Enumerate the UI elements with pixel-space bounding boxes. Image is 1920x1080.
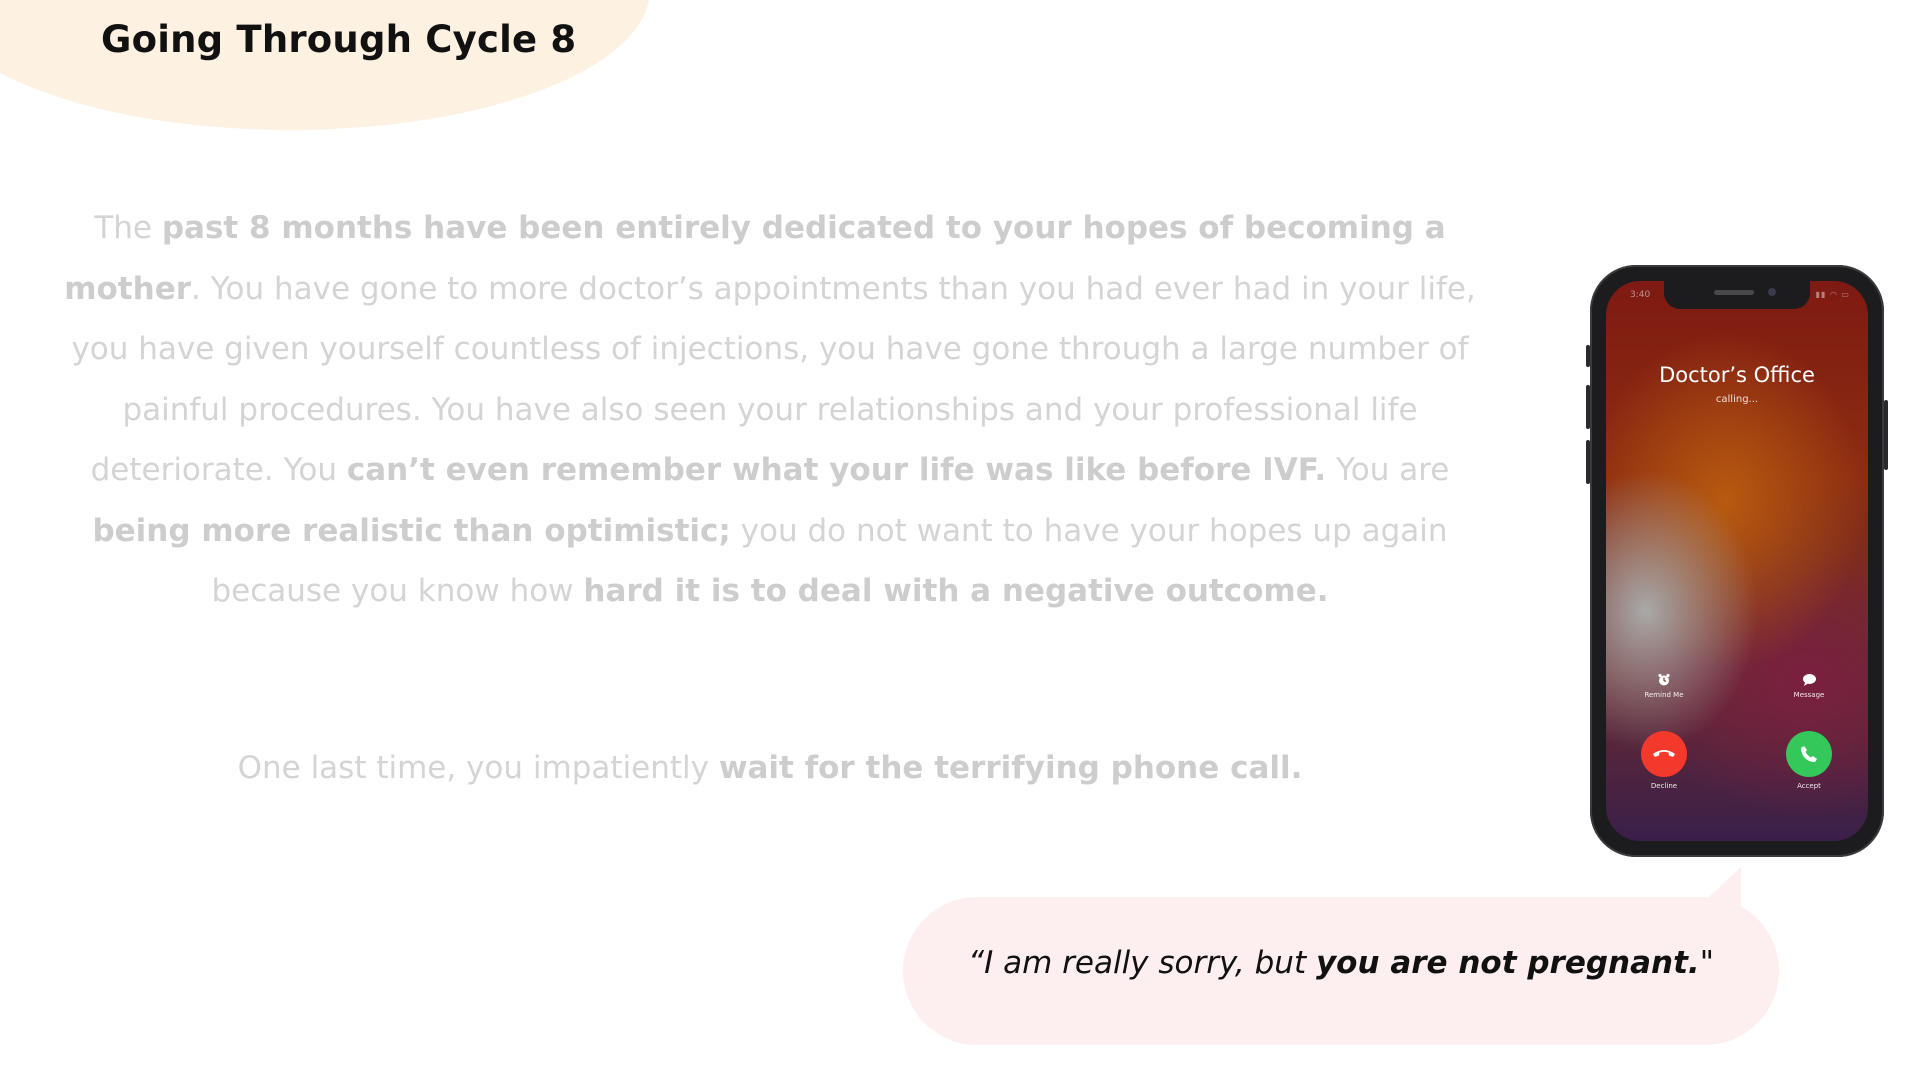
- front-camera: [1768, 288, 1776, 296]
- wait-text: One last time, you impatiently: [237, 750, 719, 786]
- decline-circle: [1641, 731, 1687, 777]
- phone-mockup: 3:40 ▮▮ ◠ ▭ Doctor’s Office calling... R…: [1586, 265, 1888, 857]
- remind-me-button[interactable]: Remind Me: [1629, 673, 1699, 699]
- accept-label: Accept: [1797, 782, 1821, 790]
- quote-open: “I am really sorry, but: [968, 945, 1316, 981]
- slide-title: Going Through Cycle 8: [101, 18, 577, 61]
- phone-silent-switch: [1586, 345, 1590, 367]
- story-emphasis-3: being more realistic than optimistic;: [92, 512, 731, 549]
- alarm-clock-icon: [1629, 673, 1699, 689]
- wait-paragraph: One last time, you impatiently wait for …: [55, 738, 1485, 798]
- phone-icon: [1801, 746, 1817, 762]
- phone-volume-down-button: [1586, 440, 1590, 484]
- story-text-3: You are: [1326, 452, 1450, 488]
- incoming-call-screen: 3:40 ▮▮ ◠ ▭ Doctor’s Office calling... R…: [1606, 281, 1868, 841]
- story-emphasis-2: can’t even remember what your life was l…: [346, 452, 1327, 488]
- speech-bubble-icon: [1774, 673, 1844, 689]
- caller-name: Doctor’s Office: [1659, 363, 1815, 387]
- status-icons: ▮▮ ◠ ▭: [1815, 290, 1850, 299]
- wait-emphasis: wait for the terrifying phone call.: [718, 750, 1303, 786]
- phone-notch: [1664, 281, 1810, 309]
- phone-power-button: [1884, 400, 1888, 470]
- earpiece-speaker: [1714, 290, 1754, 295]
- call-status: calling...: [1715, 394, 1759, 405]
- slide: Going Through Cycle 8 The past 8 months …: [0, 0, 1920, 1080]
- story-paragraph: The past 8 months have been entirely ded…: [55, 198, 1485, 622]
- message-button[interactable]: Message: [1774, 673, 1844, 699]
- quote-emphasis: you are not pregnant.: [1315, 945, 1700, 981]
- quote-close: ": [1699, 945, 1714, 981]
- story-text-1: The: [94, 210, 162, 246]
- message-label: Message: [1793, 691, 1825, 699]
- phone-hangup-icon: [1653, 750, 1675, 757]
- phone-volume-up-button: [1586, 385, 1590, 429]
- accept-circle: [1786, 731, 1832, 777]
- story-emphasis-4: hard it is to deal with a negative outco…: [583, 573, 1329, 609]
- decline-label: Decline: [1650, 782, 1678, 790]
- decline-call-button[interactable]: Decline: [1629, 731, 1699, 790]
- accept-call-button[interactable]: Accept: [1774, 731, 1844, 790]
- status-time: 3:40: [1630, 290, 1651, 300]
- remind-me-label: Remind Me: [1644, 691, 1684, 699]
- doctor-quote: “I am really sorry, but you are not preg…: [903, 945, 1779, 981]
